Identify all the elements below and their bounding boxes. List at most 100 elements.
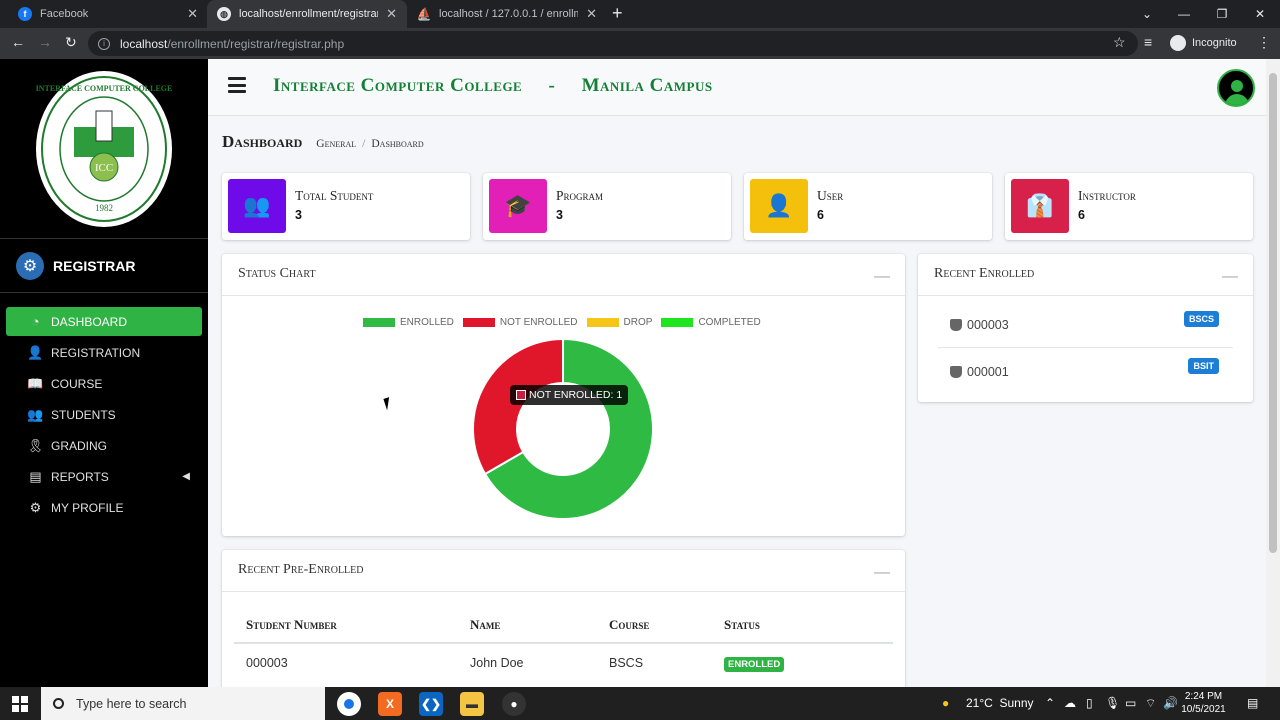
- stat-card-user[interactable]: 👤 User 6: [744, 173, 992, 240]
- url-path: /enrollment/registrar/registrar.php: [167, 36, 345, 51]
- list-item[interactable]: 000003 BSCS: [938, 302, 1233, 348]
- sidebar-item-grading[interactable]: 🎗 GRADING: [6, 430, 202, 461]
- microphone-icon[interactable]: 🎙: [1105, 696, 1120, 710]
- vscode-icon[interactable]: ❮❯: [419, 692, 443, 716]
- chevron-up-icon[interactable]: ⌃: [1045, 696, 1055, 710]
- xampp-icon[interactable]: X: [378, 692, 402, 716]
- sidebar-item-label: REGISTRATION: [51, 345, 141, 360]
- sidebar-item-label: DASHBOARD: [51, 314, 128, 329]
- obs-icon[interactable]: ●: [502, 692, 526, 716]
- collapse-icon[interactable]: —: [1222, 268, 1238, 286]
- close-icon[interactable]: ✕: [386, 6, 397, 22]
- file-explorer-icon[interactable]: ▬: [460, 692, 484, 716]
- windows-start-icon[interactable]: [12, 696, 28, 712]
- minimize-icon[interactable]: —: [1166, 0, 1202, 28]
- battery-icon[interactable]: ▭: [1125, 696, 1136, 710]
- sidebar-item-dashboard[interactable]: ◔ DASHBOARD: [6, 307, 202, 336]
- forward-icon[interactable]: →: [38, 34, 52, 50]
- sidebar-item-my-profile[interactable]: ⚙ MY PROFILE: [6, 492, 202, 523]
- tab-search-icon[interactable]: ⌄: [1129, 0, 1165, 28]
- collapse-icon[interactable]: —: [874, 268, 890, 286]
- college-name: Interface Computer College: [273, 75, 523, 96]
- stat-label: Instructor: [1078, 188, 1136, 203]
- card-title: Recent Pre-Enrolled: [238, 562, 364, 577]
- chart-slice-not-enrolled[interactable]: [472, 337, 564, 476]
- stat-value: 6: [1078, 208, 1085, 222]
- weather-text[interactable]: 21°C Sunny: [966, 696, 1034, 710]
- sidebar-item-reports[interactable]: ▤ REPORTS ◀: [6, 461, 202, 492]
- sidebar-item-label: COURSE: [51, 376, 103, 391]
- legend-item-completed[interactable]: COMPLETED: [661, 317, 761, 328]
- facebook-icon: f: [18, 7, 32, 21]
- new-tab-button[interactable]: +: [612, 3, 623, 24]
- column-header: Course: [597, 610, 712, 644]
- cloud-icon[interactable]: ☁: [1064, 696, 1076, 710]
- role-header: ⚙ REGISTRAR: [0, 239, 208, 293]
- user-avatar[interactable]: [1217, 69, 1255, 107]
- user-plus-icon: 👤: [27, 344, 44, 360]
- breadcrumb-general[interactable]: General: [316, 138, 356, 150]
- taskbar-search[interactable]: Type here to search: [41, 687, 325, 720]
- tooltip-swatch: [516, 390, 526, 400]
- college-title: Interface Computer College - Manila Camp…: [273, 75, 713, 97]
- table-row[interactable]: 000003 John Doe BSCS ENROLLED: [234, 643, 893, 682]
- hamburger-menu-icon[interactable]: [228, 77, 246, 93]
- legend-item-drop[interactable]: DROP: [586, 317, 653, 328]
- browser-tab-registrar[interactable]: ◍ localhost/enrollment/registrar/re ✕: [207, 0, 407, 28]
- recent-enrolled-card: Recent Enrolled — 000003 BSCS 000001 BSI…: [918, 254, 1253, 402]
- notifications-icon[interactable]: ▤: [1247, 696, 1258, 710]
- reading-list-icon[interactable]: ≡: [1144, 34, 1152, 50]
- incognito-indicator[interactable]: Incognito: [1170, 35, 1237, 51]
- status-cell: ENROLLED: [712, 643, 893, 682]
- maximize-icon[interactable]: ❐: [1204, 0, 1240, 28]
- stat-card-program[interactable]: 🎓 Program 3: [483, 173, 731, 240]
- role-name: REGISTRAR: [53, 257, 136, 274]
- user-cog-icon: ⚙: [29, 499, 42, 515]
- back-icon[interactable]: ←: [11, 34, 25, 50]
- browser-tab-phpmyadmin[interactable]: ⛵ localhost / 127.0.0.1 / enrollment ✕: [407, 0, 607, 28]
- device-icon[interactable]: ▯: [1086, 696, 1093, 710]
- student-number-cell: 000003: [246, 656, 288, 670]
- close-icon[interactable]: ✕: [586, 6, 597, 22]
- sidebar-item-label: REPORTS: [51, 469, 109, 484]
- stat-card-instructor[interactable]: 👔 Instructor 6: [1005, 173, 1253, 240]
- legend-swatch: [586, 318, 619, 327]
- legend-label: COMPLETED: [698, 317, 761, 328]
- address-bar[interactable]: i localhost/enrollment/registrar/registr…: [88, 31, 1138, 56]
- users-icon: 👥: [228, 179, 286, 233]
- close-icon[interactable]: ✕: [187, 6, 198, 22]
- scrollbar-thumb[interactable]: [1269, 73, 1277, 553]
- sidebar-item-students[interactable]: 👥 STUDENTS: [6, 399, 202, 430]
- card-header: Status Chart —: [222, 254, 905, 296]
- legend-item-not-enrolled[interactable]: NOT ENROLLED: [462, 317, 578, 328]
- system-clock[interactable]: 2:24 PM 10/5/2021: [1176, 690, 1231, 716]
- stat-card-total-student[interactable]: 👥 Total Student 3: [222, 173, 470, 240]
- close-window-icon[interactable]: ✕: [1242, 0, 1278, 28]
- windows-taskbar: Type here to search X ❮❯ ▬ ● ● 21°C Sunn…: [0, 687, 1280, 720]
- wifi-icon[interactable]: ⌔: [1145, 696, 1156, 711]
- stat-label: Total Student: [295, 188, 374, 203]
- sidebar-item-registration[interactable]: 👤 REGISTRATION: [6, 337, 202, 368]
- reload-icon[interactable]: ↻: [65, 34, 77, 51]
- table-header-row: Student Number Name Course Status: [234, 610, 893, 644]
- sidebar-item-course[interactable]: 📖 COURSE: [6, 368, 202, 399]
- college-logo[interactable]: ICC 1982 INTERFACE COMPUTER COLLEGE: [0, 59, 208, 239]
- legend-label: DROP: [623, 317, 653, 328]
- collapse-icon[interactable]: —: [874, 564, 890, 582]
- browser-menu-icon[interactable]: ⋮: [1257, 34, 1271, 51]
- browser-tab-facebook[interactable]: f Facebook ✕: [8, 0, 208, 28]
- bookmark-star-icon[interactable]: ☆: [1113, 34, 1126, 51]
- page-header: Dashboard General / Dashboard: [222, 132, 424, 152]
- legend-item-enrolled[interactable]: ENROLLED: [363, 317, 454, 328]
- list-item[interactable]: 000001 BSIT: [938, 349, 1233, 395]
- globe-icon: ◍: [217, 7, 231, 21]
- tab-title: Facebook: [40, 8, 89, 20]
- campus-name: Manila Campus: [581, 75, 713, 96]
- course-badge: BSCS: [1183, 311, 1219, 327]
- svg-text:1982: 1982: [95, 203, 113, 213]
- user-shield-icon: 👤: [750, 179, 808, 233]
- chrome-icon[interactable]: [337, 692, 361, 716]
- info-icon[interactable]: i: [98, 37, 110, 50]
- student-icon: [950, 366, 962, 378]
- page-scrollbar[interactable]: [1266, 59, 1280, 687]
